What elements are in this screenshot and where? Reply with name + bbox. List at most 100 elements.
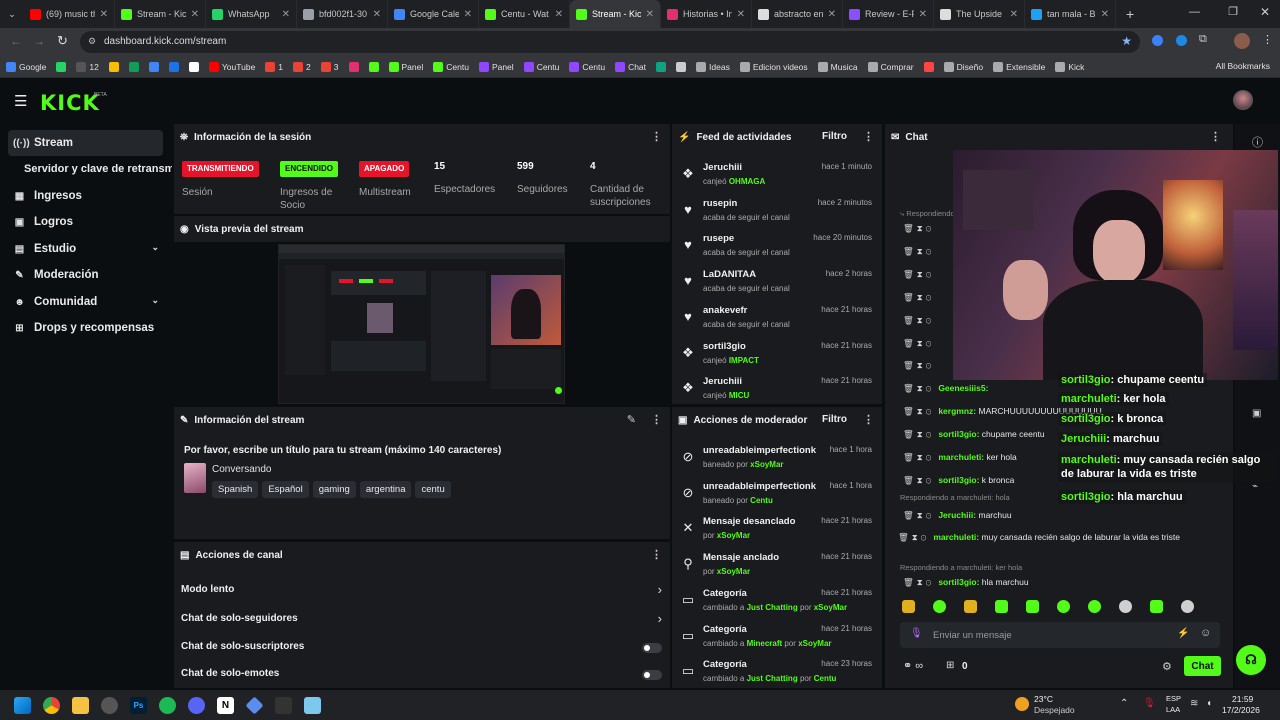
mod-actions-icons[interactable]: 🗑⧗⊙ xyxy=(903,406,934,416)
mod-actions-icons[interactable]: 🗑⧗⊙ xyxy=(903,429,934,439)
feed-item-highlight[interactable]: Just Chatting xyxy=(747,603,798,612)
feed-item[interactable]: ♥ rusepe hace 20 minutos acaba de seguir el… xyxy=(672,231,882,267)
feed-item-highlight[interactable]: xSoyMar xyxy=(717,531,750,540)
tag-chip[interactable]: Spanish xyxy=(212,481,259,498)
feed-item-highlight[interactable]: MICU xyxy=(729,391,749,400)
emote-icon[interactable] xyxy=(1119,600,1132,613)
chat-message[interactable]: 🗑⧗⊙ sortil3gio: hla marchuu xyxy=(903,577,1029,588)
emote-icon[interactable] xyxy=(933,600,946,613)
tab-close-icon[interactable]: ✕ xyxy=(555,9,563,20)
feed-item[interactable]: ❖ sortil3gio hace 21 horas canjeó IMPACT xyxy=(672,339,882,375)
hamburger-menu-icon[interactable]: ☰ xyxy=(14,92,27,110)
bookmark-item[interactable]: Diseño xyxy=(943,61,983,72)
mod-actions-icons[interactable]: 🗑⧗⊙ xyxy=(898,532,929,542)
wifi-icon[interactable]: ≋ xyxy=(1190,698,1198,709)
mod-actions-icons[interactable]: 🗑⧗⊙ xyxy=(903,577,934,587)
browser-tab[interactable]: (69) music th ✕ xyxy=(24,0,115,28)
tag-chip[interactable]: gaming xyxy=(312,481,356,498)
file-explorer-icon[interactable] xyxy=(72,696,89,714)
bookmark-item[interactable] xyxy=(148,61,159,72)
extensions-puzzle-icon[interactable]: ⧉ xyxy=(1199,33,1207,46)
feed-item[interactable]: ▭ Categoría hace 23 horas cambiado a Just C… xyxy=(672,657,882,693)
bookmark-item[interactable] xyxy=(368,61,379,72)
chat-settings-icon[interactable]: ⚙ xyxy=(1162,660,1172,673)
feed-item[interactable]: ♥ rusepin hace 2 minutos acaba de seguir el… xyxy=(672,196,882,232)
chat-message[interactable]: 🗑⧗⊙ Jeruchiii: marchuu xyxy=(903,510,1012,521)
user-avatar[interactable] xyxy=(1233,90,1253,110)
notion-icon[interactable]: N xyxy=(217,696,234,714)
bookmark-item[interactable]: Musica xyxy=(817,61,858,72)
back-icon[interactable]: ← xyxy=(10,34,22,48)
emote-icon[interactable] xyxy=(1088,600,1101,613)
app-icon[interactable] xyxy=(101,696,118,714)
browser-tab[interactable]: Stream - Kick ✕ xyxy=(570,0,661,28)
forward-icon[interactable]: → xyxy=(33,34,45,48)
tab-close-icon[interactable]: ✕ xyxy=(464,9,472,20)
more-options-icon[interactable]: ⋮ xyxy=(863,130,874,143)
close-window-icon[interactable]: ✕ xyxy=(1260,5,1270,19)
profile-avatar[interactable] xyxy=(1234,33,1250,49)
browser-menu-icon[interactable]: ⋮ xyxy=(1262,33,1273,46)
sidebar-item-8[interactable]: ⊞ Drops y recompensas xyxy=(8,315,163,341)
windows-start-icon[interactable] xyxy=(14,696,31,714)
feed-item[interactable]: ❖ Jeruchiii hace 21 horas canjeó MICU xyxy=(672,374,882,410)
minimize-icon[interactable]: — xyxy=(1189,6,1200,18)
extension-icon-2[interactable] xyxy=(1176,35,1187,46)
more-options-icon[interactable]: ⋮ xyxy=(863,413,874,426)
browser-tab[interactable]: WhatsApp ✕ xyxy=(206,0,297,28)
bookmark-item[interactable] xyxy=(676,61,687,72)
chat-username[interactable]: sortil3gio: xyxy=(938,577,979,587)
chat-message[interactable]: 🗑⧗⊙ Geenesiiis5: xyxy=(903,383,988,394)
feed-item-highlight[interactable]: Minecraft xyxy=(747,639,783,648)
browser-tab[interactable]: abstracto en ✕ xyxy=(752,0,843,28)
bookmark-item[interactable]: Kick xyxy=(1055,61,1084,72)
feed-item[interactable]: ⊘ unreadableimperfectionk hace 1 hora banea… xyxy=(672,479,882,515)
notepad-icon[interactable] xyxy=(304,696,321,714)
bookmark-item[interactable]: YouTube xyxy=(208,61,255,72)
bookmark-item[interactable]: Panel xyxy=(388,61,423,72)
feed-item[interactable]: ⊘ unreadableimperfectionk hace 1 hora banea… xyxy=(672,443,882,479)
emoji-icon[interactable]: ☺ xyxy=(1200,627,1211,639)
gift-icon[interactable]: ⊞ xyxy=(946,660,954,671)
tab-close-icon[interactable]: ✕ xyxy=(646,9,654,20)
tab-close-icon[interactable]: ✕ xyxy=(282,9,290,20)
chat-username[interactable]: marchuleti: xyxy=(933,532,979,542)
bookmark-item[interactable] xyxy=(108,61,119,72)
volume-icon[interactable]: ◖ xyxy=(1206,698,1212,709)
feed-item-highlight[interactable]: xSoyMar xyxy=(750,460,783,469)
mod-actions-icons[interactable]: 🗑⧗⊙ xyxy=(903,383,934,393)
tab-list-icon[interactable]: ⌄ xyxy=(0,9,24,20)
bookmark-item[interactable] xyxy=(56,61,67,72)
chevron-right-icon[interactable]: › xyxy=(658,582,662,597)
tag-chip[interactable]: centu xyxy=(415,481,451,498)
chevron-down-icon[interactable]: ⌄ xyxy=(151,295,159,306)
spotify-icon[interactable] xyxy=(159,696,176,714)
chat-username[interactable]: sortil3gio: xyxy=(938,475,979,485)
tag-chip[interactable]: argentina xyxy=(359,481,412,498)
tag-chip[interactable]: Español xyxy=(262,481,309,498)
kick-emote-icon[interactable]: ⚡ xyxy=(1177,628,1189,639)
restore-icon[interactable]: ❐ xyxy=(1228,5,1238,18)
tab-close-icon[interactable]: ✕ xyxy=(737,9,745,20)
emote-icon[interactable] xyxy=(1181,600,1194,613)
tray-chevron-icon[interactable]: ⌃ xyxy=(1120,698,1128,709)
emote-icon[interactable] xyxy=(902,600,915,613)
viewers-infinity-icon[interactable]: ⚭ ∞ xyxy=(903,659,923,672)
bookmark-item[interactable] xyxy=(923,61,934,72)
info-circle-icon[interactable]: ⓘ xyxy=(1252,134,1263,150)
tab-close-icon[interactable]: ✕ xyxy=(1101,9,1109,20)
extension-icon[interactable] xyxy=(1152,35,1163,46)
feed-item-highlight[interactable]: Just Chatting xyxy=(747,674,798,683)
tab-close-icon[interactable]: ✕ xyxy=(100,9,108,20)
bookmark-item[interactable] xyxy=(168,61,179,72)
reload-icon[interactable]: ↻ xyxy=(57,33,68,49)
channel-action-row[interactable]: Chat de solo-emotes xyxy=(174,668,670,684)
chat-message[interactable]: 🗑⧗⊙ sortil3gio: chupame ceentu xyxy=(903,429,1045,440)
sidebar-item-6[interactable]: ✎ Moderación xyxy=(8,262,163,288)
chat-username[interactable]: sortil3gio: xyxy=(938,429,979,439)
new-tab-icon[interactable]: + xyxy=(1126,6,1134,22)
bookmark-item[interactable]: 1 xyxy=(265,61,283,72)
bookmark-item[interactable]: Google xyxy=(6,61,46,72)
more-options-icon[interactable]: ⋮ xyxy=(651,130,662,143)
sidebar-item-7[interactable]: ☻ Comunidad ⌄ xyxy=(8,289,163,315)
